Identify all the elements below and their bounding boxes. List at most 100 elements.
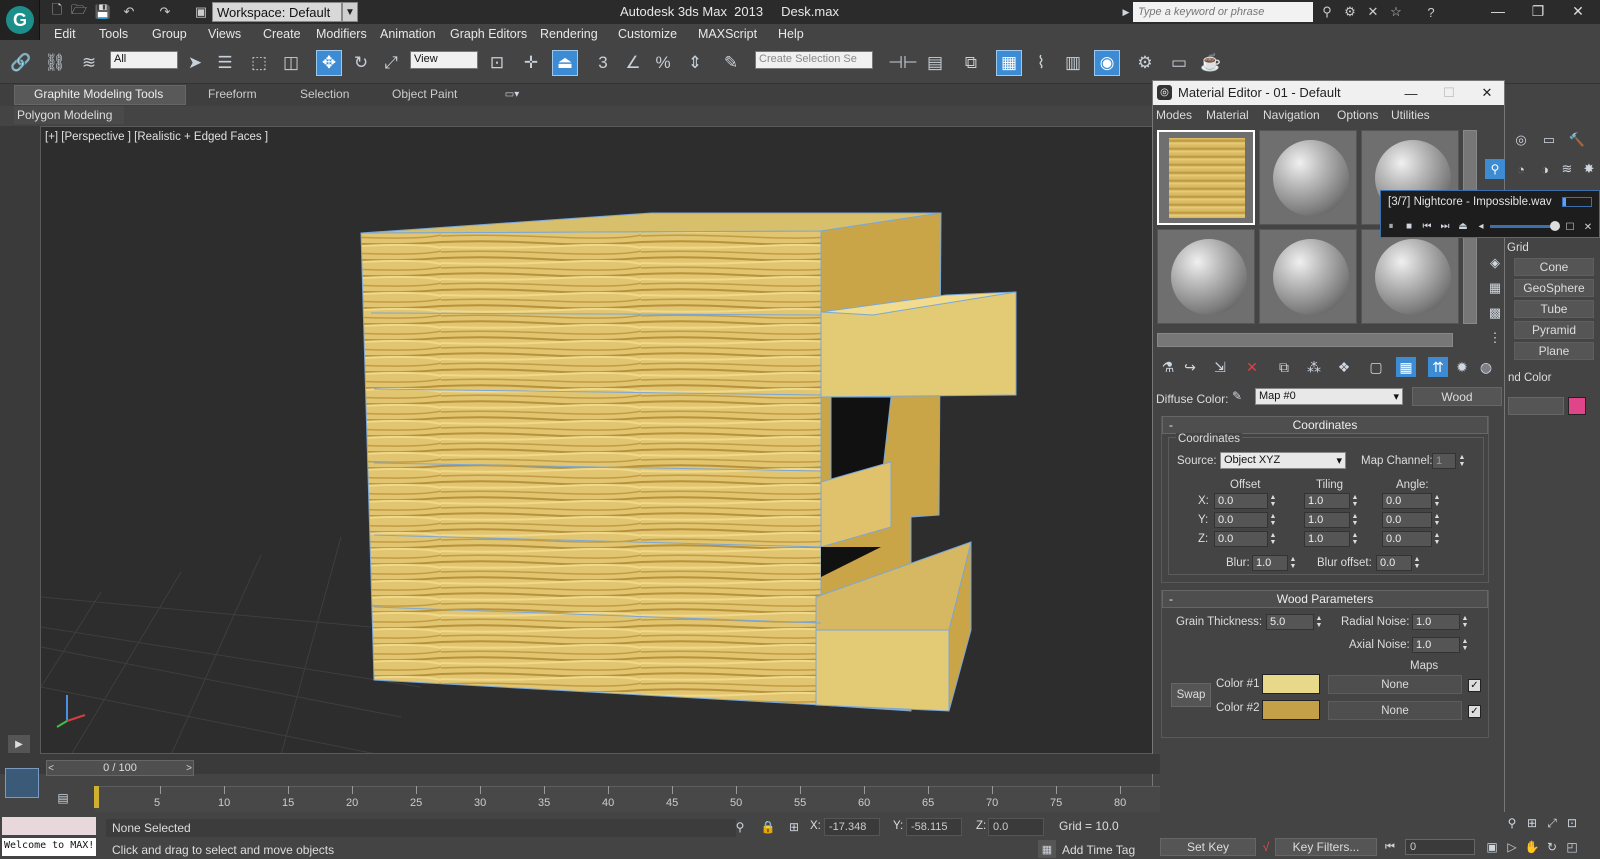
- zoom-extents-icon[interactable]: ⤢: [1544, 814, 1560, 832]
- pan-icon[interactable]: ✋: [1524, 838, 1540, 856]
- menu-customize[interactable]: Customize: [618, 27, 677, 41]
- chevron-down-icon[interactable]: ▼: [342, 2, 358, 22]
- object-name-field[interactable]: [1508, 397, 1564, 415]
- zoom-all-icon[interactable]: ⊞: [1524, 814, 1540, 832]
- material-slot-1[interactable]: [1157, 130, 1255, 225]
- application-button[interactable]: G: [0, 0, 40, 40]
- ribbon-polygon-modeling[interactable]: Polygon Modeling: [14, 106, 124, 124]
- map-name-dropdown[interactable]: Map #0 ▾: [1255, 388, 1403, 405]
- close-icon[interactable]: ✕: [1560, 0, 1596, 22]
- time-next-icon[interactable]: >: [182, 761, 196, 775]
- window-crossing-icon[interactable]: ◫: [278, 50, 304, 76]
- schematic-view-icon[interactable]: ▥: [1060, 50, 1086, 76]
- color1-swatch[interactable]: [1262, 674, 1320, 694]
- mini-curve-editor-toggle[interactable]: [5, 768, 39, 798]
- cameras-icon[interactable]: ≋: [1558, 160, 1576, 178]
- percent-snap-icon[interactable]: %: [650, 50, 676, 76]
- edit-named-selection-icon[interactable]: ✎: [718, 50, 744, 76]
- color2-swatch[interactable]: [1262, 700, 1320, 720]
- backlight-icon[interactable]: ◈: [1485, 253, 1505, 273]
- viewport-label[interactable]: [+] [Perspective ] [Realistic + Edged Fa…: [45, 131, 268, 143]
- track-bar[interactable]: [95, 786, 1160, 812]
- spinner-arrows-icon[interactable]: ▲ ▼: [1268, 493, 1278, 509]
- blur-spinner[interactable]: 1.0: [1252, 555, 1288, 571]
- tab-freeform[interactable]: Freeform: [208, 87, 257, 101]
- volume-icon[interactable]: ◂: [1474, 219, 1488, 233]
- show-shaded-material-icon[interactable]: ▦: [1396, 357, 1416, 377]
- menu-create[interactable]: Create: [263, 27, 301, 41]
- background-icon[interactable]: ▦: [1485, 278, 1505, 298]
- menu-modifiers[interactable]: Modifiers: [316, 27, 367, 41]
- open-file-icon[interactable]: 🗁: [70, 2, 88, 21]
- absolute-mode-icon[interactable]: ⊞: [786, 818, 802, 836]
- geosphere-button[interactable]: GeoSphere: [1514, 279, 1594, 297]
- source-dropdown[interactable]: Object XYZ ▾: [1220, 452, 1346, 469]
- go-to-start-icon[interactable]: ⏮: [1380, 838, 1400, 856]
- menu-rendering[interactable]: Rendering: [540, 27, 598, 41]
- x-coord-field[interactable]: -17.348: [824, 818, 880, 836]
- time-prev-icon[interactable]: <: [44, 761, 58, 775]
- project-folder-icon[interactable]: ▣: [192, 3, 210, 21]
- maxscript-listener-mini[interactable]: [2, 817, 96, 835]
- video-check-icon[interactable]: ⋮: [1485, 328, 1505, 348]
- media-expand-icon[interactable]: ☐: [1564, 221, 1576, 233]
- help-icon[interactable]: ?: [1422, 3, 1440, 21]
- map-channel-spinner[interactable]: 1: [1432, 453, 1456, 469]
- radial-noise-spinner[interactable]: 1.0: [1412, 614, 1460, 630]
- menu-views[interactable]: Views: [208, 27, 241, 41]
- shapes-icon[interactable]: ◔: [1512, 160, 1530, 178]
- assign-to-selection-icon[interactable]: ⇲: [1210, 357, 1230, 377]
- spinner-arrows-icon[interactable]: ▲ ▼: [1350, 493, 1360, 509]
- modify-tab-icon[interactable]: ◎: [1512, 131, 1530, 149]
- spinner-arrows-icon[interactable]: ▲ ▼: [1432, 493, 1442, 509]
- get-material-icon[interactable]: ⚗: [1158, 357, 1178, 377]
- me-menu-modes[interactable]: Modes: [1156, 108, 1192, 122]
- blur-offset-spinner[interactable]: 0.0: [1376, 555, 1412, 571]
- tiling-z-spinner[interactable]: 1.0: [1304, 531, 1350, 547]
- spinner-arrows-icon[interactable]: ▲ ▼: [1412, 555, 1422, 571]
- uv-tiling-icon[interactable]: ▩: [1485, 303, 1505, 323]
- save-icon[interactable]: 💾: [94, 3, 112, 21]
- current-frame-marker[interactable]: [94, 786, 99, 808]
- mirror-icon[interactable]: ⊣⊢: [888, 50, 918, 76]
- bind-spacewarp-icon[interactable]: ≋: [76, 50, 102, 76]
- lights-icon[interactable]: ◑: [1536, 160, 1554, 178]
- binoculars-icon[interactable]: ⚲: [1318, 3, 1336, 21]
- add-time-tag-icon[interactable]: ▦: [1038, 840, 1056, 858]
- angle-y-spinner[interactable]: 0.0: [1382, 512, 1432, 528]
- orbit-icon[interactable]: ↻: [1544, 838, 1560, 856]
- spacewarps-icon[interactable]: ✸: [1580, 160, 1598, 178]
- zoom-icon[interactable]: ⚲: [1504, 814, 1520, 832]
- zoom-extents-all-icon[interactable]: ⊡: [1564, 814, 1580, 832]
- coordinates-rollout-header[interactable]: - Coordinates: [1162, 416, 1488, 434]
- angle-x-spinner[interactable]: 0.0: [1382, 493, 1432, 509]
- communication-icon[interactable]: ✕: [1364, 3, 1382, 21]
- put-to-scene-icon[interactable]: ↪: [1180, 357, 1200, 377]
- redo-icon[interactable]: ↷: [156, 3, 174, 21]
- field-of-view-icon[interactable]: ▷: [1504, 838, 1520, 856]
- object-color-swatch[interactable]: [1568, 397, 1586, 415]
- make-unique-icon[interactable]: ⁂: [1304, 357, 1324, 377]
- spinner-arrows-icon[interactable]: ▲ ▼: [1288, 555, 1298, 571]
- menu-graph-editors[interactable]: Graph Editors: [450, 27, 527, 41]
- media-close-icon[interactable]: ✕: [1582, 221, 1594, 233]
- time-config-icon[interactable]: ▣: [1484, 838, 1500, 856]
- spinner-arrows-icon[interactable]: ▲ ▼: [1268, 512, 1278, 528]
- material-slot-2[interactable]: [1259, 130, 1357, 225]
- menu-tools[interactable]: Tools: [99, 27, 128, 41]
- y-coord-field[interactable]: -58.115: [906, 818, 962, 836]
- key-filters-button[interactable]: Key Filters...: [1275, 838, 1377, 856]
- pyramid-button[interactable]: Pyramid: [1514, 321, 1594, 339]
- select-and-rotate-icon[interactable]: ↻: [348, 50, 374, 76]
- spinner-arrows-icon[interactable]: ▲ ▼: [1350, 512, 1360, 528]
- expand-play-icon[interactable]: ▶: [8, 735, 30, 753]
- reference-coordinate-dropdown[interactable]: View: [410, 51, 478, 69]
- cone-button[interactable]: Cone: [1514, 258, 1594, 276]
- subscription-icon[interactable]: ⚙: [1341, 3, 1359, 21]
- spinner-arrows-icon[interactable]: ▲ ▼: [1457, 453, 1467, 469]
- new-file-icon[interactable]: 🗋: [48, 2, 66, 21]
- reset-map-icon[interactable]: ✕: [1242, 357, 1262, 377]
- spinner-arrows-icon[interactable]: ▲ ▼: [1432, 531, 1442, 547]
- next-icon[interactable]: ⏭: [1438, 219, 1452, 233]
- material-slot-5[interactable]: [1259, 229, 1357, 324]
